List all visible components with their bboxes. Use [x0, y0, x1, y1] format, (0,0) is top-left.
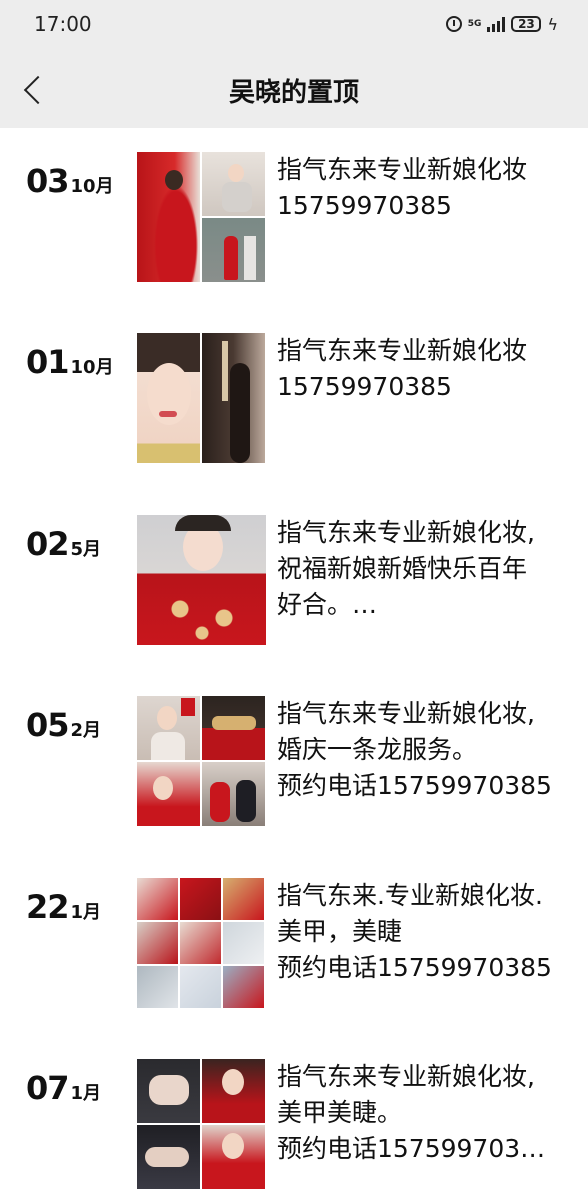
page-title: 吴晓的置顶: [228, 78, 359, 108]
photo: [202, 696, 265, 760]
post-thumbnail[interactable]: [137, 152, 266, 282]
photo: [202, 762, 265, 826]
post-month: 5月: [70, 539, 102, 560]
post-day: 03: [26, 162, 70, 200]
battery-icon: 23: [511, 16, 542, 32]
post-date: 02 5月: [26, 525, 101, 563]
photo: [137, 762, 200, 826]
post-date: 05 2月: [26, 706, 101, 744]
post-caption: 指气东来专业新娘化妆 15759970385: [277, 336, 528, 401]
post-item[interactable]: 05 2月 指气东来专业新娘化妆, 婚庆一条龙服务。 预约电话1575997038…: [0, 696, 588, 836]
photo: [137, 922, 178, 964]
post-day: 07: [26, 1069, 70, 1107]
charging-icon: ϟ: [547, 14, 558, 34]
photo: [202, 218, 265, 282]
post-thumbnail[interactable]: [137, 333, 266, 463]
photo: [137, 966, 178, 1008]
photo: [137, 333, 200, 463]
photo: [137, 515, 266, 645]
post-item[interactable]: 03 10月 指气东来专业新娘化妆 15759970385: [0, 152, 588, 292]
post-item[interactable]: 07 1月 指气东来专业新娘化妆, 美甲美睫。 预约电话157599703…: [0, 1059, 588, 1199]
photo: [180, 966, 221, 1008]
status-icons: 5G 23 ϟ: [445, 12, 558, 36]
photo: [223, 966, 264, 1008]
status-time: 17:00: [34, 12, 92, 36]
post-month: 10月: [70, 357, 114, 378]
signal-icon: [487, 16, 506, 32]
post-day: 02: [26, 525, 70, 563]
post-day: 05: [26, 706, 70, 744]
post-caption: 指气东来专业新娘化妆, 婚庆一条龙服务。 预约电话15759970385: [277, 699, 552, 800]
post-day: 01: [26, 343, 70, 381]
post-date: 22 1月: [26, 888, 101, 926]
post-thumbnail[interactable]: [137, 696, 266, 826]
post-day: 22: [26, 888, 70, 926]
photo: [137, 696, 200, 760]
photo: [223, 878, 264, 920]
post-caption: 指气东来.专业新娘化妆. 美甲，美睫 预约电话15759970385: [277, 881, 552, 982]
network-type: 5G: [467, 18, 482, 29]
post-caption: 指气东来专业新娘化妆, 美甲美睫。 预约电话157599703…: [277, 1062, 546, 1163]
post-date: 01 10月: [26, 343, 114, 381]
post-date: 03 10月: [26, 162, 114, 200]
photo: [137, 878, 178, 920]
post-date: 07 1月: [26, 1069, 101, 1107]
photo: [202, 1059, 265, 1123]
photo: [137, 1125, 200, 1189]
photo: [202, 1125, 265, 1189]
photo: [202, 152, 265, 216]
photo: [180, 922, 221, 964]
post-item[interactable]: 01 10月 指气东来专业新娘化妆 15759970385: [0, 333, 588, 473]
post-month: 2月: [70, 720, 102, 741]
post-caption: 指气东来专业新娘化妆, 祝福新娘新婚快乐百年 好合。…: [277, 518, 535, 619]
post-thumbnail[interactable]: [137, 878, 266, 1008]
post-month: 1月: [70, 1083, 102, 1104]
photo: [223, 922, 264, 964]
post-month: 1月: [70, 902, 102, 923]
post-item[interactable]: 02 5月 指气东来专业新娘化妆, 祝福新娘新婚快乐百年 好合。…: [0, 515, 588, 655]
photo: [137, 152, 200, 282]
post-thumbnail[interactable]: [137, 1059, 266, 1189]
post-caption: 指气东来专业新娘化妆 15759970385: [277, 155, 528, 220]
post-item[interactable]: 22 1月 指气东来.专业新娘化妆. 美甲，美睫 预约电话15759970385: [0, 878, 588, 1018]
photo-column: [202, 152, 265, 282]
post-month: 10月: [70, 176, 114, 197]
photo: [202, 333, 265, 463]
photo: [180, 878, 221, 920]
photo: [137, 1059, 200, 1123]
top-bar: 17:00 5G 23 ϟ 吴晓的置顶: [0, 0, 588, 128]
alarm-icon: [445, 16, 462, 32]
post-thumbnail[interactable]: [137, 515, 266, 645]
